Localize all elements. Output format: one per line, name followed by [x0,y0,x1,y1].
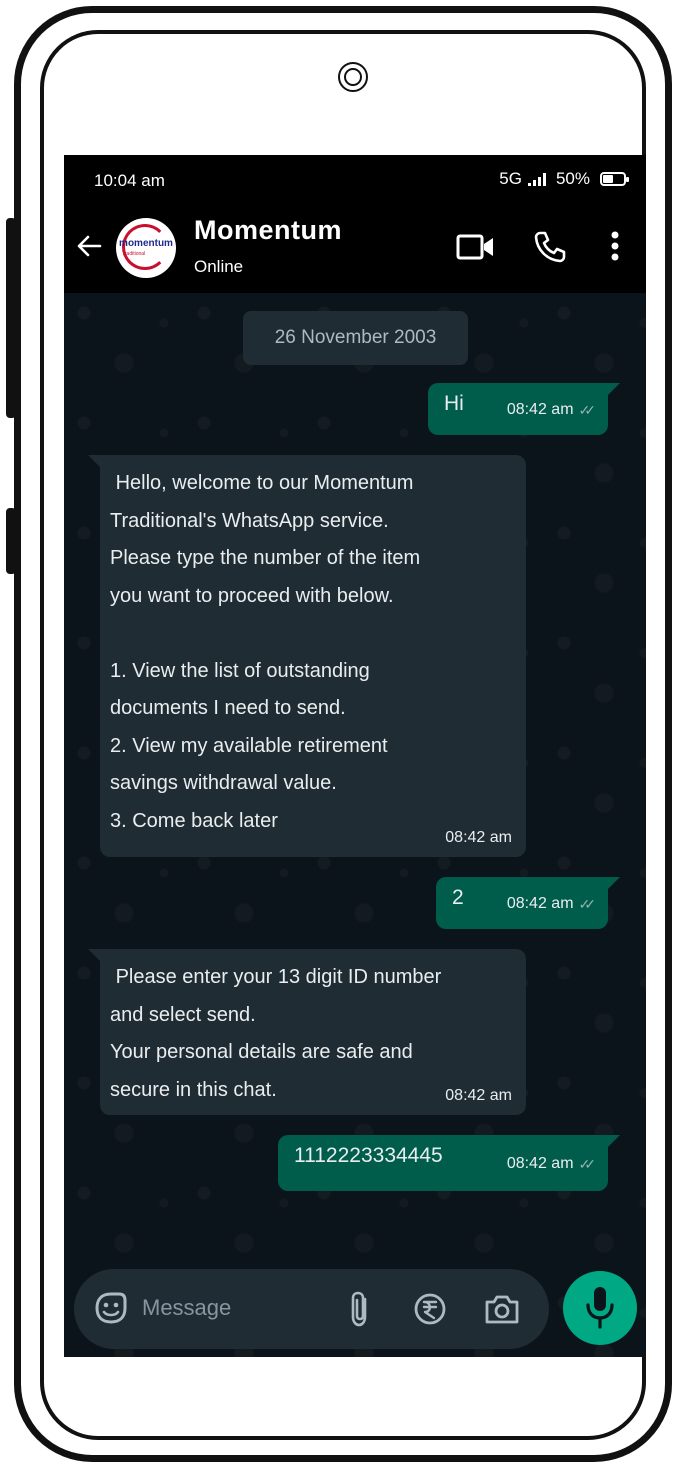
read-ticks-icon: ✓✓ [578,401,597,418]
message-time: 08:42 am [506,895,574,912]
message-composer[interactable]: Message [74,1269,549,1349]
status-indicators: 5G 50% [499,169,629,189]
signal-icon [527,172,546,186]
avatar-logo-subtext: Traditional [122,251,146,257]
power-button [6,508,16,574]
message-text: Hello, welcome to our Momentum Tradition… [110,472,421,832]
contact-name[interactable]: Momentum [194,215,342,246]
rupee-payment-icon[interactable] [412,1291,448,1327]
back-arrow-icon[interactable] [74,231,104,261]
chat-header: momentum Traditional Momentum Online [64,205,646,293]
message-text: 2 [452,886,464,909]
front-camera-icon [338,62,368,92]
phone-screen: 10:04 am 5G 50% momentum Traditional Mom… [64,155,646,1357]
message-text: 1112223334445 [294,1144,443,1167]
message-input[interactable]: Message [142,1295,231,1321]
message-time: 08:42 am [506,401,574,418]
mic-button[interactable] [563,1271,637,1345]
mic-icon [586,1287,614,1329]
network-type: 5G [499,169,522,188]
message-text: Hi [444,392,464,415]
avatar[interactable]: momentum Traditional [116,218,176,278]
video-call-icon[interactable] [456,231,496,263]
message-meta: 08:42 am ✓✓ [506,895,597,913]
message-time: 08:42 am [445,1087,512,1104]
message-meta: 08:42 am ✓✓ [506,401,597,419]
outgoing-message[interactable]: 1112223334445 08:42 am ✓✓ [278,1135,620,1191]
avatar-logo-text: momentum [119,238,173,249]
date-separator: 26 November 2003 [243,311,468,365]
message-meta: 08:42 am ✓✓ [506,1155,597,1173]
message-meta: 08:42 am [445,1087,512,1105]
outgoing-message[interactable]: Hi 08:42 am ✓✓ [428,383,620,435]
read-ticks-icon: ✓✓ [578,895,597,912]
more-options-icon[interactable] [605,227,625,267]
chat-area[interactable]: 26 November 2003 Hi 08:42 am ✓✓ Hello, w… [64,293,646,1357]
incoming-message[interactable]: Hello, welcome to our Momentum Tradition… [88,455,526,857]
status-bar: 10:04 am 5G 50% [64,155,646,205]
outgoing-message[interactable]: 2 08:42 am ✓✓ [436,877,620,929]
volume-button [6,218,16,418]
camera-icon[interactable] [482,1291,522,1327]
attach-icon[interactable] [348,1289,372,1329]
phone-call-icon[interactable] [532,229,568,265]
battery-percent: 50% [555,169,590,188]
message-time: 08:42 am [506,1155,574,1172]
status-time: 10:04 am [94,171,165,190]
message-time: 08:42 am [445,829,512,846]
incoming-message[interactable]: Please enter your 13 digit ID number and… [88,949,526,1115]
battery-icon [600,172,629,186]
message-meta: 08:42 am [445,829,512,847]
read-ticks-icon: ✓✓ [578,1155,597,1172]
contact-status: Online [194,257,244,276]
sticker-icon[interactable] [92,1289,130,1327]
